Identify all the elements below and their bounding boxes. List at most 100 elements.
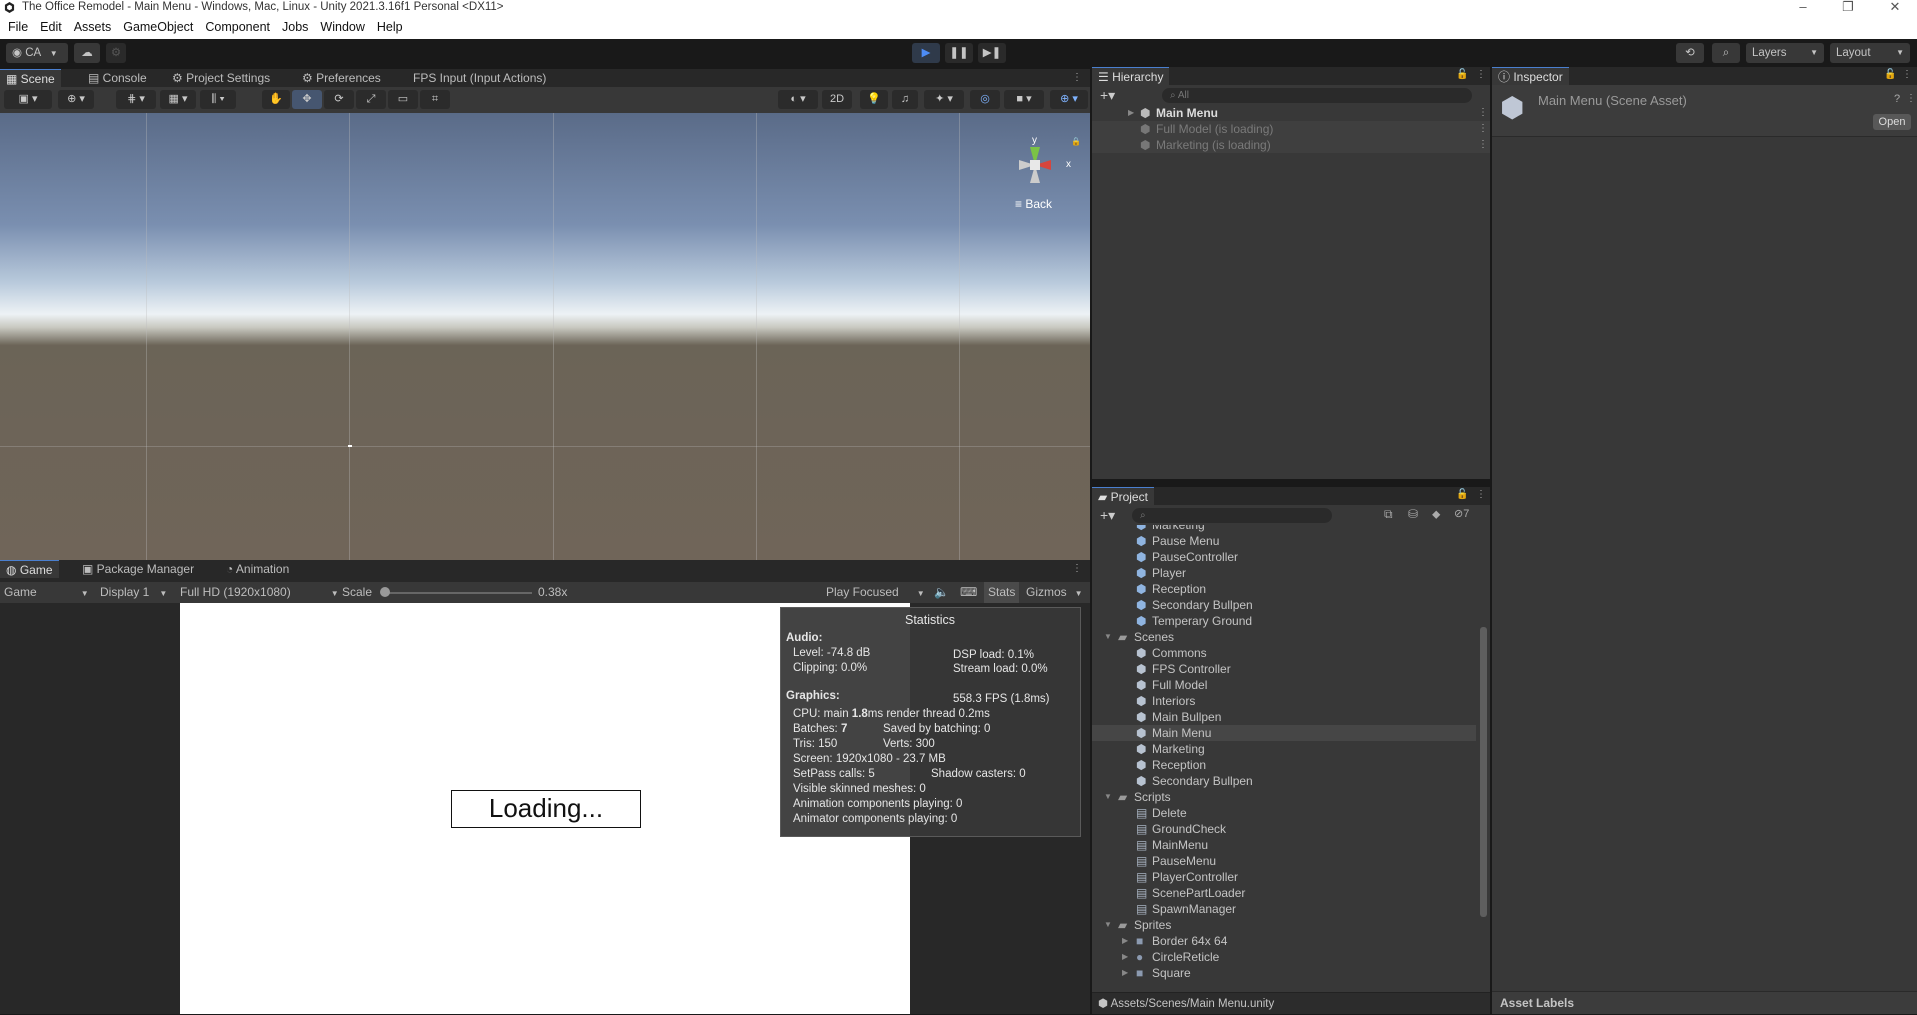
- scene-gizmo[interactable]: y x 🔒 ≡ Back: [985, 123, 1085, 213]
- project-item-row[interactable]: ⬢ Temperary Ground: [1092, 613, 1476, 629]
- project-item-row[interactable]: ▤ Delete: [1092, 805, 1476, 821]
- display-dropdown[interactable]: Display 1 ▼: [100, 582, 167, 604]
- tab-game[interactable]: ◍ Game: [0, 560, 59, 578]
- play-button[interactable]: ▶: [912, 43, 940, 63]
- chevron-right-icon[interactable]: ▶: [1122, 949, 1128, 965]
- grid-icon[interactable]: ▦ ▾: [160, 90, 196, 109]
- project-scrollbar[interactable]: [1480, 627, 1487, 917]
- hand-tool-icon[interactable]: ✋: [262, 90, 290, 109]
- tab-console[interactable]: ▤ Console: [88, 69, 147, 87]
- project-item-row[interactable]: ⬢ Secondary Bullpen: [1092, 597, 1476, 613]
- project-item-row[interactable]: ⬢ Main Bullpen: [1092, 709, 1476, 725]
- project-folder-row[interactable]: ▼ ▰ Scenes: [1092, 629, 1476, 645]
- tab-fps-input[interactable]: FPS Input (Input Actions): [413, 69, 546, 87]
- project-search-input[interactable]: ⌕: [1132, 508, 1332, 523]
- chevron-right-icon[interactable]: ▶: [1122, 965, 1128, 981]
- search-icon[interactable]: ⌕: [1712, 43, 1740, 63]
- project-item-row[interactable]: ⬢ Interiors: [1092, 693, 1476, 709]
- panel-menu-icon[interactable]: ⋮: [1072, 69, 1082, 87]
- collab-icon[interactable]: ⚙: [106, 43, 126, 63]
- audio-icon[interactable]: ♫: [892, 90, 918, 109]
- settings-menu-icon[interactable]: ⋮: [1906, 93, 1916, 104]
- move-tool-icon[interactable]: ✥: [292, 90, 322, 109]
- hierarchy-search-input[interactable]: ⌕ All: [1162, 88, 1472, 103]
- menu-gameobject[interactable]: GameObject: [117, 15, 199, 39]
- tab-inspector[interactable]: ⓘ Inspector: [1492, 67, 1569, 85]
- filter-icon[interactable]: ⛁: [1408, 507, 1418, 521]
- grid-snap-icon[interactable]: ⋕ ▾: [116, 90, 156, 109]
- rotate-tool-icon[interactable]: ⟳: [324, 90, 354, 109]
- resolution-dropdown[interactable]: Full HD (1920x1080) ▼: [180, 582, 339, 604]
- draw-mode-icon[interactable]: ▣ ▾: [4, 90, 52, 109]
- layout-dropdown[interactable]: Layout ▼: [1830, 43, 1910, 63]
- project-item-row[interactable]: ⬢ Full Model: [1092, 677, 1476, 693]
- label-icon[interactable]: ⬥: [1432, 507, 1440, 522]
- project-item-row[interactable]: ⬢ Secondary Bullpen: [1092, 773, 1476, 789]
- lighting-icon[interactable]: 💡: [860, 90, 888, 109]
- project-item-row[interactable]: ⬢ Pause Menu: [1092, 533, 1476, 549]
- panel-menu-icon[interactable]: ⋮: [1476, 489, 1486, 500]
- shading-mode-icon[interactable]: ◐ ▾: [778, 90, 818, 109]
- panel-menu-icon[interactable]: ⋮: [1476, 69, 1486, 80]
- tab-package-manager[interactable]: ▣ Package Manager: [82, 560, 194, 578]
- visibility-icon[interactable]: ◎: [970, 90, 1000, 109]
- scale-slider-track[interactable]: [386, 592, 532, 594]
- item-menu-icon[interactable]: ⋮: [1478, 105, 1488, 121]
- view-label[interactable]: ≡ Back: [1015, 197, 1052, 211]
- scale-tool-icon[interactable]: ⤢: [356, 90, 386, 109]
- tab-preferences[interactable]: ⚙ Preferences: [302, 69, 381, 87]
- project-item-row[interactable]: ▤ SpawnManager: [1092, 901, 1476, 917]
- item-menu-icon[interactable]: ⋮: [1478, 121, 1488, 137]
- chevron-down-icon[interactable]: ▼: [1104, 629, 1112, 645]
- panel-menu-icon[interactable]: ⋮: [1902, 69, 1912, 80]
- open-button[interactable]: Open: [1873, 114, 1911, 130]
- account-dropdown[interactable]: ◉ CA ▼: [6, 43, 68, 63]
- project-item-row[interactable]: ⬢ Main Menu: [1092, 725, 1476, 741]
- gizmos-dropdown[interactable]: Gizmos ▼: [1026, 582, 1083, 604]
- add-icon[interactable]: +▾: [1100, 507, 1115, 524]
- project-folder-row[interactable]: ▼ ▰ Scripts: [1092, 789, 1476, 805]
- undo-history-icon[interactable]: ⟲: [1676, 43, 1704, 63]
- stats-toggle[interactable]: Stats: [984, 582, 1020, 603]
- menu-file[interactable]: File: [0, 15, 34, 39]
- project-item-row[interactable]: ▤ GroundCheck: [1092, 821, 1476, 837]
- lock-icon[interactable]: 🔒: [1071, 137, 1081, 146]
- project-item-row[interactable]: ▶ ■ Square: [1092, 965, 1476, 981]
- project-item-row[interactable]: ▤ MainMenu: [1092, 837, 1476, 853]
- step-button[interactable]: ▶❚: [978, 43, 1006, 63]
- project-item-row[interactable]: ▤ PauseMenu: [1092, 853, 1476, 869]
- minimize-icon[interactable]: –: [1783, 0, 1823, 15]
- lock-icon[interactable]: 🔓: [1456, 489, 1468, 500]
- project-item-row[interactable]: ▶ ● CircleReticle: [1092, 949, 1476, 965]
- mute-audio-icon[interactable]: 🔈: [934, 582, 949, 603]
- asset-labels-section[interactable]: Asset Labels: [1492, 991, 1917, 1014]
- effects-icon[interactable]: ✦ ▾: [924, 90, 964, 109]
- project-item-row[interactable]: ⬢ Reception: [1092, 581, 1476, 597]
- gizmos-icon[interactable]: ⊕ ▾: [1050, 90, 1088, 109]
- project-item-row[interactable]: ⬢ FPS Controller: [1092, 661, 1476, 677]
- layers-dropdown[interactable]: Layers ▼: [1746, 43, 1824, 63]
- tab-project[interactable]: ▰ Project: [1092, 487, 1154, 505]
- hidden-packages-icon[interactable]: ⊘7: [1454, 507, 1469, 520]
- tab-hierarchy[interactable]: ☰ Hierarchy: [1092, 67, 1170, 85]
- project-item-row[interactable]: ▶ ■ Border 64x 64: [1092, 933, 1476, 949]
- game-view-dropdown[interactable]: Game ▼: [4, 582, 89, 604]
- menu-help[interactable]: Help: [371, 15, 409, 39]
- project-item-row[interactable]: ▤ ScenePartLoader: [1092, 885, 1476, 901]
- project-item-row[interactable]: ⬢ PauseController: [1092, 549, 1476, 565]
- project-item-row[interactable]: ⬢ Player: [1092, 565, 1476, 581]
- hierarchy-item[interactable]: ▶ ⬢ Main Menu ⋮: [1092, 105, 1490, 121]
- play-focused-dropdown[interactable]: Play Focused ▼: [826, 582, 925, 604]
- project-item-row[interactable]: ▤ PlayerController: [1092, 869, 1476, 885]
- menu-window[interactable]: Window: [314, 15, 370, 39]
- tab-animation[interactable]: ◔ Animation: [226, 560, 289, 578]
- tab-scene[interactable]: ▦ Scene: [0, 69, 61, 87]
- add-icon[interactable]: +▾: [1100, 87, 1115, 104]
- project-folder-row[interactable]: ▼ ▰ Sprites: [1092, 917, 1476, 933]
- camera-icon[interactable]: ■ ▾: [1004, 90, 1044, 109]
- scale-slider-handle[interactable]: [380, 587, 390, 597]
- search-by-type-icon[interactable]: ⧉: [1384, 507, 1393, 522]
- align-icon[interactable]: ⫼ ▾: [200, 90, 236, 109]
- cloud-icon[interactable]: ☁: [74, 43, 100, 63]
- menu-edit[interactable]: Edit: [34, 15, 68, 39]
